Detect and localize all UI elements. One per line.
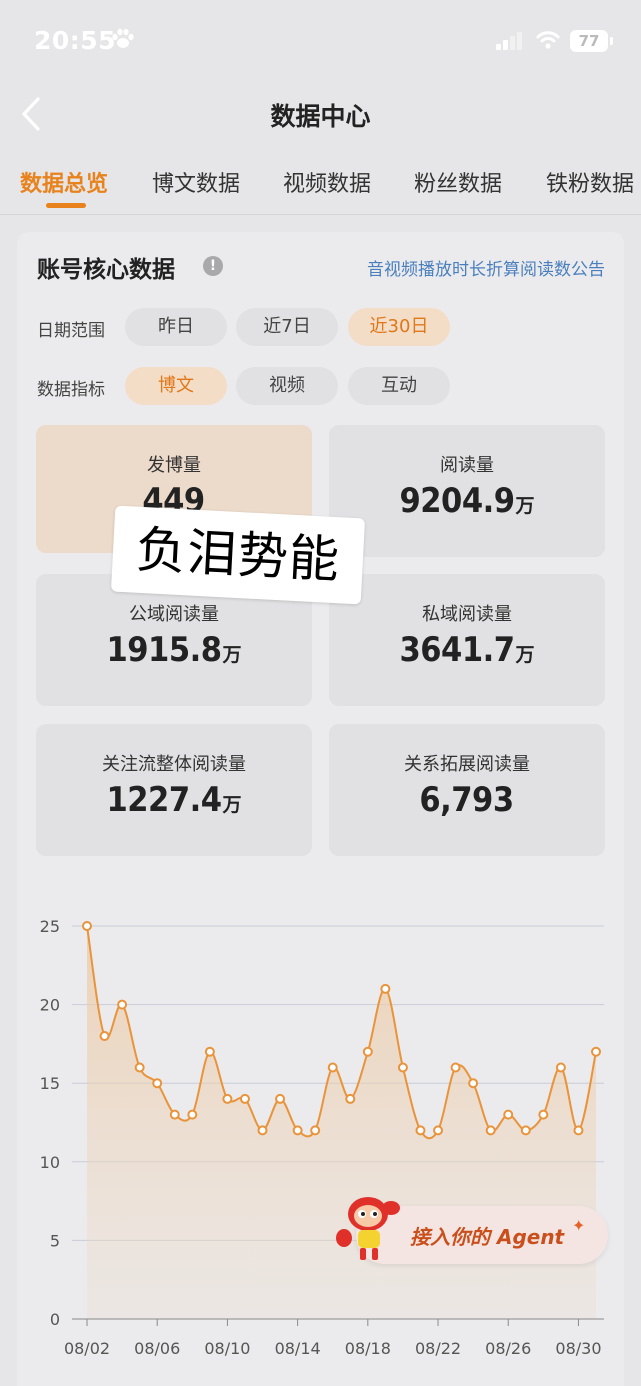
overlay-sticker: 负泪势能: [110, 505, 366, 605]
metric-option-posts[interactable]: 博文: [125, 367, 227, 405]
tab-video-data[interactable]: 视频数据: [283, 166, 371, 198]
data-point: [362, 1046, 373, 1057]
y-tick-label: 25: [40, 917, 60, 936]
stat-value: 1227.4万: [106, 780, 242, 820]
x-tick-label: 08/06: [134, 1339, 180, 1358]
metric-label: 数据指标: [37, 380, 105, 400]
data-point: [503, 1109, 514, 1120]
wifi-icon: [536, 31, 560, 49]
data-point: [485, 1125, 496, 1136]
data-point: [520, 1125, 531, 1136]
battery-indicator: 77: [570, 30, 608, 52]
data-point: [204, 1046, 215, 1057]
y-tick-label: 0: [50, 1310, 60, 1329]
data-point: [187, 1109, 198, 1120]
playback-conversion-notice-link[interactable]: 音视频播放时长折算阅读数公告: [367, 255, 605, 280]
x-tick-label: 08/18: [345, 1339, 391, 1358]
data-point: [555, 1062, 566, 1073]
data-point: [433, 1125, 444, 1136]
battery-tip: [610, 37, 613, 45]
data-point: [117, 999, 128, 1010]
page-title: 数据中心: [270, 102, 371, 131]
paw-icon: [112, 28, 134, 48]
date-option-yesterday[interactable]: 昨日: [125, 308, 227, 346]
stat-label: 关注流整体阅读量: [102, 754, 246, 775]
data-point: [275, 1093, 286, 1104]
tabs-divider: [0, 214, 641, 215]
tab-post-data[interactable]: 博文数据: [152, 166, 240, 198]
y-tick-label: 10: [40, 1153, 60, 1172]
data-point: [345, 1093, 356, 1104]
mascot-icon: [336, 1197, 400, 1260]
tab-active-indicator: [46, 203, 86, 208]
agent-banner-text: 接入你的 Agent: [410, 1225, 565, 1249]
metric-option-video[interactable]: 视频: [236, 367, 338, 405]
stat-label: 发博量: [147, 455, 201, 476]
data-point: [573, 1125, 584, 1136]
stat-relation-expansion-reads[interactable]: 关系拓展阅读量 6,793: [329, 724, 605, 856]
data-point: [397, 1062, 408, 1073]
data-point: [292, 1125, 303, 1136]
data-point: [134, 1062, 145, 1073]
x-tick-label: 08/30: [555, 1339, 601, 1358]
data-point: [415, 1125, 426, 1136]
x-tick-label: 08/02: [64, 1339, 110, 1358]
tab-iron-fans-data[interactable]: 铁粉数据: [546, 166, 634, 198]
sparkle-icon: ✦: [572, 1216, 586, 1235]
stat-label: 公域阅读量: [129, 604, 219, 625]
data-point: [222, 1093, 233, 1104]
stat-label: 私域阅读量: [422, 604, 512, 625]
date-option-7-days[interactable]: 近7日: [236, 308, 338, 346]
metric-option-interaction[interactable]: 互动: [348, 367, 450, 405]
x-tick-label: 08/22: [415, 1339, 461, 1358]
stat-private-reads[interactable]: 私域阅读量 3641.7万: [329, 574, 605, 706]
date-option-30-days[interactable]: 近30日: [348, 308, 450, 346]
data-point: [538, 1109, 549, 1120]
data-point: [257, 1125, 268, 1136]
stat-value: 1915.8万: [106, 630, 242, 670]
data-point: [591, 1046, 601, 1057]
tab-bar: 数据总览 博文数据 视频数据 粉丝数据 铁粉数据: [0, 160, 641, 215]
x-tick-label: 08/14: [275, 1339, 321, 1358]
agent-banner[interactable]: 接入你的 Agent ✦: [334, 1190, 608, 1264]
stat-label: 关系拓展阅读量: [404, 754, 530, 775]
post-count-trend-chart[interactable]: 0 5 10 15 20 25 08/02 08/06 08/10 08/14 08/18 08/22…: [0, 880, 641, 1386]
data-point: [310, 1125, 321, 1136]
stat-label: 阅读量: [440, 455, 494, 476]
x-tick-label: 08/10: [204, 1339, 250, 1358]
info-icon[interactable]: !: [203, 256, 223, 276]
data-point: [327, 1062, 338, 1073]
date-range-label: 日期范围: [37, 321, 105, 341]
status-time: 20:55: [34, 26, 117, 55]
y-tick-label: 5: [50, 1231, 60, 1250]
data-point: [450, 1062, 461, 1073]
data-point: [99, 1031, 110, 1042]
status-bar: 20:55 77: [0, 0, 641, 80]
stat-value: 3641.7万: [399, 630, 535, 670]
tab-fans-data[interactable]: 粉丝数据: [414, 166, 502, 198]
card-title: 账号核心数据: [37, 257, 175, 283]
data-point: [239, 1093, 250, 1104]
y-tick-label: 15: [40, 1074, 60, 1093]
data-point: [82, 921, 92, 931]
data-point: [169, 1109, 180, 1120]
stat-value: 9204.9万: [399, 481, 535, 521]
signal-icon: [496, 32, 522, 50]
stat-reads[interactable]: 阅读量 9204.9万: [329, 425, 605, 557]
stat-follow-feed-reads[interactable]: 关注流整体阅读量 1227.4万: [36, 724, 312, 856]
stat-value: 6,793: [419, 780, 514, 820]
y-tick-label: 20: [40, 996, 60, 1015]
x-tick-label: 08/26: [485, 1339, 531, 1358]
data-point: [152, 1078, 163, 1089]
data-point: [380, 983, 391, 994]
data-point: [468, 1078, 479, 1089]
tab-overview[interactable]: 数据总览: [20, 166, 108, 198]
